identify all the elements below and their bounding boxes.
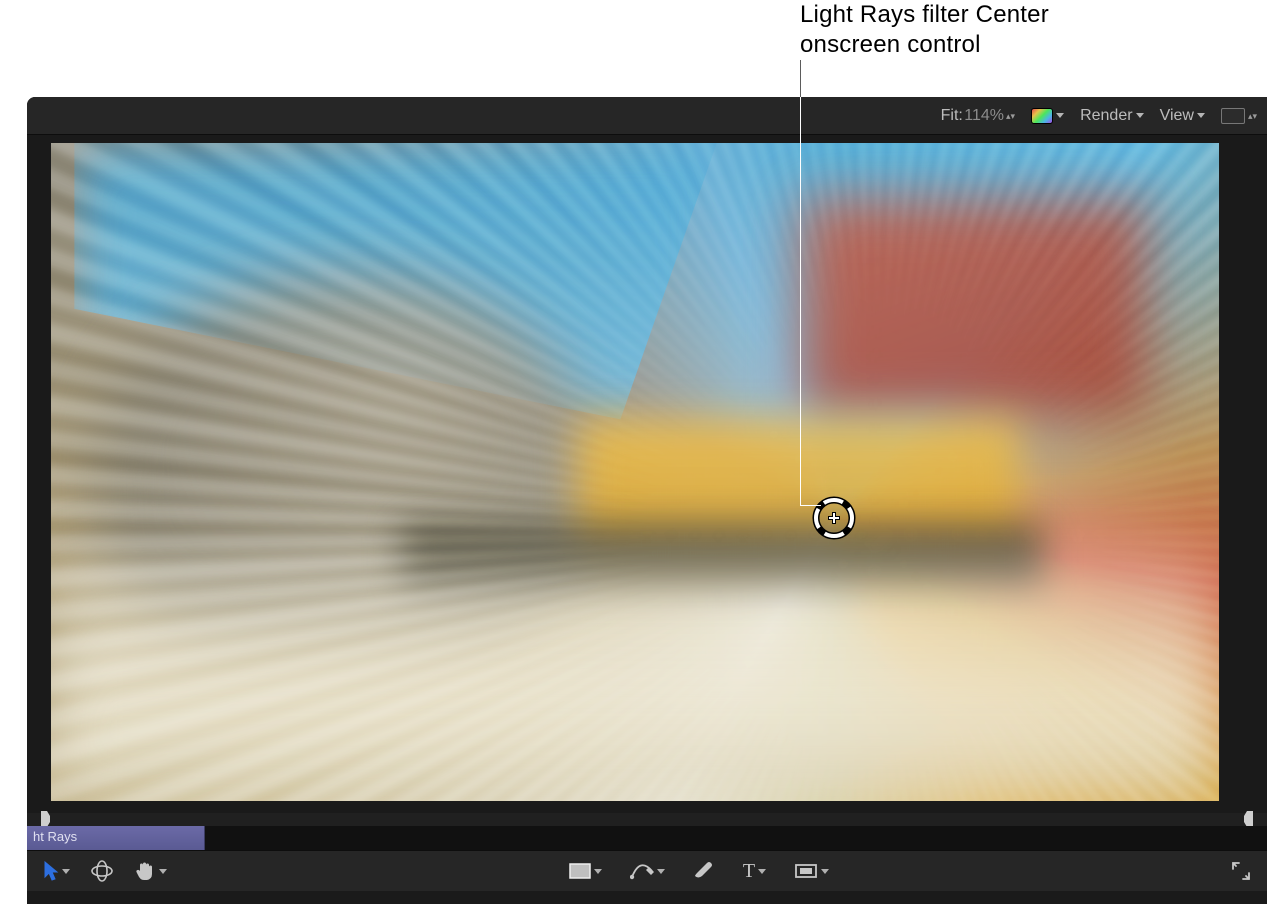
text-icon: T <box>743 861 755 881</box>
pen-bezier-icon <box>630 861 654 881</box>
select-tool[interactable] <box>41 859 72 883</box>
callout-line-2: onscreen control <box>800 30 1220 60</box>
orbit-icon <box>90 860 114 882</box>
chevron-down-icon <box>62 869 70 874</box>
color-channel-menu[interactable] <box>1027 108 1068 124</box>
light-rays-center-control[interactable] <box>811 495 857 541</box>
stepper-icon: ▴▾ <box>1248 113 1257 119</box>
brush-icon <box>693 862 715 880</box>
fit-zoom-control[interactable]: Fit: 114% ▴▾ <box>937 107 1019 125</box>
canvas-image <box>51 143 1219 801</box>
app-window: Fit: 114% ▴▾ Render View ▴▾ <box>27 97 1267 904</box>
stepper-icon: ▴▾ <box>1006 113 1015 119</box>
pan-tool[interactable] <box>132 858 169 884</box>
chevron-down-icon <box>594 869 602 874</box>
canvas-viewer[interactable] <box>51 143 1219 801</box>
clip-label: ht Rays <box>33 829 77 844</box>
fullscreen-icon <box>1231 861 1251 881</box>
view-layout-icon <box>1221 108 1245 124</box>
chevron-down-icon <box>1197 113 1205 118</box>
render-menu[interactable]: Render <box>1076 107 1147 125</box>
callout-line-1: Light Rays filter Center <box>800 0 1220 30</box>
fit-label: Fit: <box>941 107 963 125</box>
render-label: Render <box>1080 107 1132 125</box>
hand-icon <box>134 860 156 882</box>
annotation-callout: Light Rays filter Center onscreen contro… <box>800 0 1220 60</box>
mini-timeline[interactable]: ht Rays <box>27 826 1267 850</box>
shape-tool[interactable] <box>792 861 831 881</box>
out-point-marker[interactable] <box>1244 811 1253 827</box>
fit-value: 114% <box>964 107 1004 125</box>
pen-tool[interactable] <box>628 859 667 883</box>
chevron-down-icon <box>1056 113 1064 118</box>
paint-stroke-tool[interactable] <box>691 860 717 882</box>
callout-leader-stub <box>800 60 801 97</box>
3d-transform-tool[interactable] <box>88 858 116 884</box>
chevron-down-icon <box>657 869 665 874</box>
mini-timeline-ruler[interactable] <box>27 813 1267 826</box>
chevron-down-icon <box>159 869 167 874</box>
callout-leader-line <box>800 60 801 506</box>
color-channels-icon <box>1031 108 1053 124</box>
view-layout-menu[interactable]: ▴▾ <box>1217 108 1261 124</box>
text-tool[interactable]: T <box>741 859 768 883</box>
mask-tool[interactable] <box>567 861 604 881</box>
chevron-down-icon <box>821 869 829 874</box>
view-menu[interactable]: View <box>1156 107 1209 125</box>
view-label: View <box>1160 107 1194 125</box>
canvas-tools-toolbar: T <box>27 850 1267 891</box>
shape-icon <box>794 863 818 879</box>
chevron-down-icon <box>1136 113 1144 118</box>
fullscreen-toggle[interactable] <box>1229 859 1253 883</box>
viewer-toolbar: Fit: 114% ▴▾ Render View ▴▾ <box>27 97 1267 135</box>
light-rays-overlay-soft <box>51 143 1219 801</box>
chevron-down-icon <box>758 869 766 874</box>
in-point-marker[interactable] <box>41 811 50 827</box>
filter-clip-light-rays[interactable]: ht Rays <box>27 826 205 850</box>
rectangle-mask-icon <box>569 863 591 879</box>
arrow-cursor-icon <box>43 861 59 881</box>
